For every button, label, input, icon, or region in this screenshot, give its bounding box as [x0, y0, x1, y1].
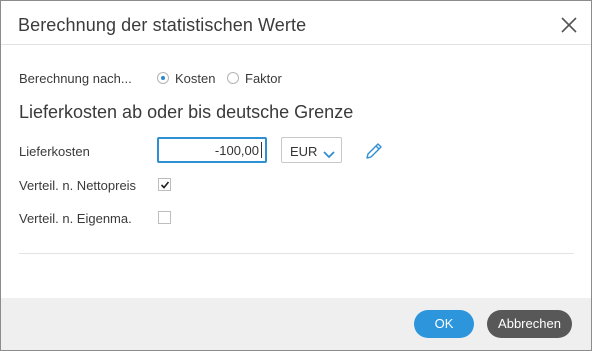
cancel-button[interactable]: Abbrechen — [487, 310, 572, 338]
radio-faktor-label[interactable]: Faktor — [245, 71, 282, 86]
radio-faktor[interactable] — [227, 72, 239, 84]
delivery-costs-label: Lieferkosten — [19, 144, 90, 159]
ok-button[interactable]: OK — [414, 310, 474, 338]
close-icon[interactable] — [559, 15, 579, 35]
delivery-costs-input[interactable] — [157, 137, 267, 163]
calculation-label: Berechnung nach... — [19, 71, 132, 86]
checkmark-icon — [160, 181, 170, 189]
currency-value: EUR — [290, 144, 318, 159]
own-distribution-checkbox[interactable] — [158, 211, 171, 224]
net-price-distribution-checkbox[interactable] — [158, 178, 171, 191]
dialog: Berechnung der statistischen Werte Berec… — [0, 0, 592, 351]
currency-select[interactable]: EUR — [281, 137, 342, 163]
dialog-header: Berechnung der statistischen Werte — [1, 1, 591, 45]
net-price-distribution-label: Verteil. n. Nettopreis — [19, 178, 137, 193]
radio-kosten[interactable] — [157, 72, 169, 84]
text-caret — [261, 142, 262, 158]
dialog-title: Berechnung der statistischen Werte — [18, 15, 307, 35]
dialog-footer: OK Abbrechen — [1, 298, 591, 350]
pencil-icon[interactable] — [364, 141, 384, 166]
divider — [19, 253, 574, 254]
own-distribution-label: Verteil. n. Eigenma. — [19, 211, 132, 226]
chevron-down-icon — [323, 146, 335, 164]
section-heading: Lieferkosten ab oder bis deutsche Grenze — [19, 102, 354, 122]
radio-kosten-label[interactable]: Kosten — [175, 71, 215, 86]
